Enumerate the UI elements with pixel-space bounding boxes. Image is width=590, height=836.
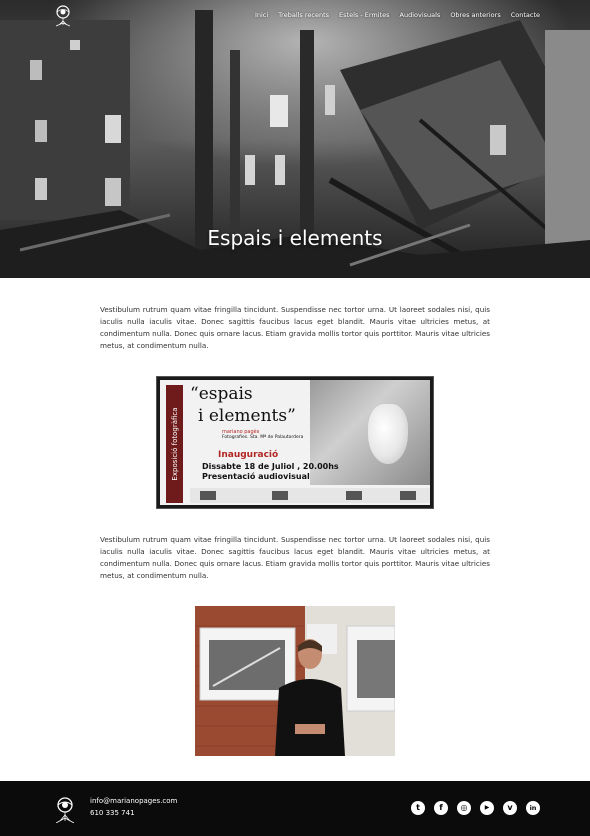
linkedin-icon[interactable]: in — [526, 801, 540, 815]
sponsor-logo — [272, 491, 288, 500]
poster-side-banner: Exposició fotogràfica — [166, 385, 183, 503]
sponsor-logo — [346, 491, 362, 500]
footer-phone: 610 335 741 — [90, 809, 135, 817]
vimeo-icon[interactable]: v — [503, 801, 517, 815]
site-logo[interactable] — [50, 3, 76, 27]
nav-item-treballs-recents[interactable]: Treballs recents — [278, 10, 329, 20]
instagram-icon[interactable]: ◎ — [457, 801, 471, 815]
page-title: Espais i elements — [207, 226, 383, 250]
social-links: t f ◎ ▶ v in — [411, 801, 540, 815]
poster-title-line2: i elements” — [198, 406, 296, 426]
poster-sponsor-logos — [190, 488, 430, 503]
exhibition-poster-image: Exposició fotogràfica “espais i elements… — [157, 377, 433, 508]
poster-body: Exposició fotogràfica “espais i elements… — [160, 380, 430, 505]
poster-date: Dissabte 18 de Juliol , 20.00hs — [202, 462, 339, 471]
youtube-icon[interactable]: ▶ — [480, 801, 494, 815]
twitter-icon[interactable]: t — [411, 801, 425, 815]
site-footer: info@marianopages.com 610 335 741 t f ◎ … — [0, 781, 590, 836]
artist-photo-illustration — [195, 606, 395, 756]
intro-paragraph: Vestibulum rutrum quam vitae fringilla t… — [100, 305, 490, 350]
poster-presentation: Presentació audiovisual — [202, 472, 310, 481]
nav-item-audiovisuals[interactable]: Audiovisuals — [400, 10, 441, 20]
hero-banner: Inici Treballs recents Estels - Ermites … — [0, 0, 590, 278]
nav-item-obres-anteriors[interactable]: Obres anteriors — [450, 10, 500, 20]
nav-item-estels-ermites[interactable]: Estels - Ermites — [339, 10, 389, 20]
footer-logo[interactable] — [50, 795, 80, 823]
poster-subtitle: Fotografies. Sta. Mª de Palautordera — [222, 435, 304, 440]
footer-email-link[interactable]: info@marianopages.com — [90, 797, 177, 805]
nav-item-contacte[interactable]: Contacte — [511, 10, 540, 20]
poster-side-text: Exposició fotogràfica — [170, 407, 179, 481]
poster-title-line1: “espais — [190, 384, 253, 404]
poster-inauguration: Inauguració — [218, 450, 279, 460]
second-paragraph: Vestibulum rutrum quam vitae fringilla t… — [100, 535, 490, 580]
sponsor-logo — [200, 491, 216, 500]
nav-item-inici[interactable]: Inici — [255, 10, 268, 20]
artist-photo — [195, 606, 395, 756]
sponsor-logo — [400, 491, 416, 500]
urinal-shape — [368, 404, 408, 464]
facebook-icon[interactable]: f — [434, 801, 448, 815]
main-navigation: Inici Treballs recents Estels - Ermites … — [255, 10, 540, 20]
